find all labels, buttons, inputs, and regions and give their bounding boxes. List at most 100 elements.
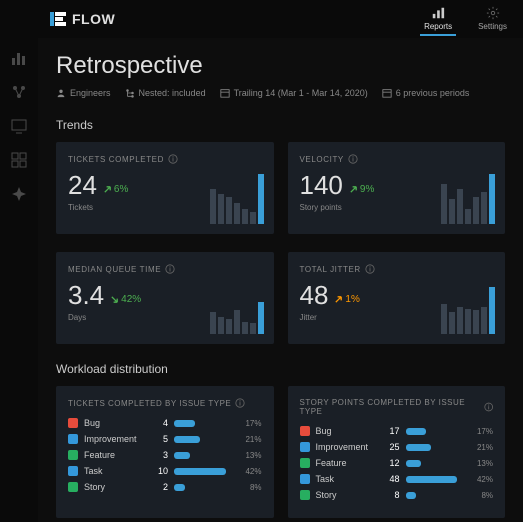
dist-value: 3 [152, 450, 168, 460]
filter-period[interactable]: Trailing 14 (Mar 1 - Mar 14, 2020) [220, 88, 368, 98]
dist-bar [406, 444, 432, 451]
dist-value: 5 [152, 434, 168, 444]
dist-bar [174, 436, 200, 443]
calendar-icon [382, 88, 392, 98]
dist-label: Story [84, 482, 146, 492]
user-icon [56, 88, 66, 98]
sparkline [210, 284, 264, 334]
dist-label: Feature [316, 458, 378, 468]
dist-value: 25 [384, 442, 400, 452]
trend-card[interactable]: TOTAL JITTER 48 1% Jitter [288, 252, 506, 344]
dist-value: 12 [384, 458, 400, 468]
dist-value: 48 [384, 474, 400, 484]
dist-label: Feature [84, 450, 146, 460]
dist-pct: 13% [245, 451, 261, 460]
dist-value: 10 [152, 466, 168, 476]
sparkle-icon[interactable] [11, 186, 27, 202]
dist-label: Task [316, 474, 378, 484]
monitor-icon[interactable] [11, 118, 27, 134]
filter-team[interactable]: Engineers [56, 88, 111, 98]
card-delta: 6% [103, 184, 128, 195]
dist-row: Feature 12 13% [300, 458, 494, 468]
trend-card[interactable]: MEDIAN QUEUE TIME 3.4 42% Days [56, 252, 274, 344]
color-swatch [68, 450, 78, 460]
dist-row: Story 8 8% [300, 490, 494, 500]
dist-label: Improvement [84, 434, 146, 444]
dist-value: 2 [152, 482, 168, 492]
dist-card: STORY POINTS COMPLETED BY ISSUE TYPE Bug… [288, 386, 506, 518]
color-swatch [300, 426, 310, 436]
dist-bar [406, 492, 417, 499]
card-value: 3.4 [68, 280, 104, 311]
nodes-icon[interactable] [11, 84, 27, 100]
dist-title: STORY POINTS COMPLETED BY ISSUE TYPE [300, 398, 494, 416]
dist-card: TICKETS COMPLETED BY ISSUE TYPE Bug 4 17… [56, 386, 274, 518]
gear-icon [486, 6, 500, 20]
card-delta: 9% [349, 184, 374, 195]
brand-text: FLOW [72, 11, 115, 27]
dist-pct: 42% [477, 475, 493, 484]
page-title: Retrospective [56, 52, 505, 80]
filter-nested[interactable]: Nested: included [125, 88, 206, 98]
filter-compare[interactable]: 6 previous periods [382, 88, 470, 98]
topbar: FLOW Reports Settings [38, 0, 523, 38]
sidebar [0, 0, 38, 522]
dist-row: Task 10 42% [68, 466, 262, 476]
dist-pct: 8% [481, 491, 493, 500]
dist-bar [406, 460, 422, 467]
sparkline [441, 284, 495, 334]
filter-bar: Engineers Nested: included Trailing 14 (… [56, 88, 505, 98]
grid-icon[interactable] [11, 152, 27, 168]
dist-pct: 13% [477, 459, 493, 468]
dist-pct: 21% [477, 443, 493, 452]
card-delta: 42% [110, 294, 141, 305]
bar-chart-icon[interactable] [11, 50, 27, 66]
sparkline [441, 174, 495, 224]
section-workload: Workload distribution [56, 362, 505, 376]
dist-label: Bug [316, 426, 378, 436]
dist-value: 8 [384, 490, 400, 500]
tree-icon [125, 88, 135, 98]
logo[interactable]: FLOW [50, 11, 115, 27]
sparkline [210, 174, 264, 224]
dist-pct: 17% [477, 427, 493, 436]
dist-bar [174, 468, 226, 475]
card-value: 48 [300, 280, 329, 311]
section-trends: Trends [56, 118, 505, 132]
card-title: VELOCITY [300, 154, 494, 164]
dist-label: Story [316, 490, 378, 500]
dist-bar [174, 484, 185, 491]
dist-value: 17 [384, 426, 400, 436]
dist-pct: 42% [245, 467, 261, 476]
dist-label: Task [84, 466, 146, 476]
color-swatch [300, 442, 310, 452]
dist-row: Feature 3 13% [68, 450, 262, 460]
dist-bar [406, 476, 458, 483]
card-title: TOTAL JITTER [300, 264, 494, 274]
color-swatch [300, 458, 310, 468]
reports-icon [431, 6, 445, 20]
dist-label: Improvement [316, 442, 378, 452]
dist-row: Bug 17 17% [300, 426, 494, 436]
dist-title: TICKETS COMPLETED BY ISSUE TYPE [68, 398, 262, 408]
dist-row: Story 2 8% [68, 482, 262, 492]
dist-pct: 21% [245, 435, 261, 444]
dist-label: Bug [84, 418, 146, 428]
color-swatch [68, 434, 78, 444]
nav-settings[interactable]: Settings [474, 3, 511, 36]
dist-bar [406, 428, 427, 435]
card-value: 140 [300, 170, 343, 201]
card-delta: 1% [334, 294, 359, 305]
nav-reports[interactable]: Reports [420, 3, 456, 36]
trend-card[interactable]: TICKETS COMPLETED 24 6% Tickets [56, 142, 274, 234]
dist-pct: 8% [250, 483, 262, 492]
color-swatch [68, 466, 78, 476]
dist-value: 4 [152, 418, 168, 428]
dist-bar [174, 452, 190, 459]
dist-row: Improvement 5 21% [68, 434, 262, 444]
dist-row: Bug 4 17% [68, 418, 262, 428]
trend-card[interactable]: VELOCITY 140 9% Story points [288, 142, 506, 234]
card-value: 24 [68, 170, 97, 201]
dist-pct: 17% [245, 419, 261, 428]
card-title: TICKETS COMPLETED [68, 154, 262, 164]
